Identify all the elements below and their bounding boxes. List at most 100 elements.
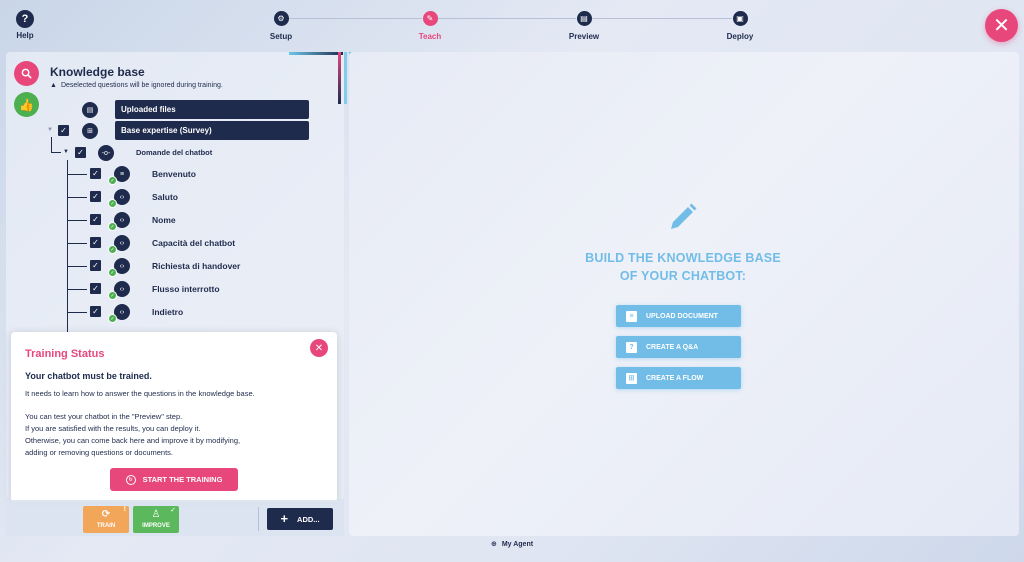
check-badge-icon: ✓ [108, 222, 117, 231]
collapse-caret[interactable]: ▼ [47, 127, 53, 133]
plus-icon: + [280, 511, 289, 526]
start-training-button[interactable]: ↻ START THE TRAINING [110, 468, 238, 491]
tree-item-label[interactable]: Saluto [152, 192, 178, 202]
train-label: TRAIN [96, 523, 116, 529]
item-checkbox[interactable]: ✓ [90, 260, 101, 271]
warning-icon: ▲ [50, 82, 57, 89]
gear-icon: ⚙ [273, 11, 289, 26]
tree-line [67, 220, 87, 221]
upload-document-button[interactable]: ≡ UPLOAD DOCUMENT [616, 305, 741, 327]
thumbs-up-icon: 👍 [19, 97, 34, 112]
step-label: Deploy [726, 32, 754, 41]
footer: ⊕ My Agent [0, 540, 1024, 556]
search-button[interactable] [14, 61, 39, 86]
warning-mark: ! [123, 506, 126, 513]
tree-item-label[interactable]: Richiesta di handover [152, 261, 240, 271]
item-checkbox[interactable]: ✓ [90, 283, 101, 294]
train-button[interactable]: ⟳ TRAIN ! [83, 506, 129, 533]
create-qa-label: CREATE A Q&A [646, 343, 699, 351]
stepper: ⚙ Setup ✎ Teach ▤ Preview ▣ Deploy [0, 11, 1024, 45]
flow-icon: ⊞ [626, 372, 637, 384]
step-deploy[interactable]: ▣ Deploy [710, 11, 770, 41]
divider [258, 507, 259, 531]
tree-line [67, 266, 87, 267]
training-status-card: Training Status ✕ Your chatbot must be t… [11, 332, 337, 502]
pencil-icon: ✎ [422, 11, 438, 26]
step-setup[interactable]: ⚙ Setup [251, 11, 311, 41]
close-icon: ✕ [314, 342, 324, 354]
flow-icon: ⊞ [82, 123, 98, 139]
check-badge-icon: ✓ [108, 291, 117, 300]
check-badge-icon: ✓ [108, 314, 117, 323]
improve-button[interactable]: ♙ IMPROVE ✓ [133, 506, 179, 533]
main-panel [349, 52, 1019, 536]
step-label: Preview [568, 32, 600, 41]
training-text: adding or removing questions or document… [25, 448, 174, 457]
item-checkbox[interactable]: ✓ [90, 214, 101, 225]
qa-icon: ? [626, 341, 637, 353]
tree-line [67, 174, 87, 175]
build-title-line: BUILD THE KNOWLEDGE BASE [585, 251, 781, 265]
accent-bar [344, 52, 347, 104]
tree-line [67, 312, 87, 313]
improve-label: IMPROVE [142, 523, 170, 529]
start-training-label: START THE TRAINING [142, 475, 223, 484]
collapse-caret[interactable]: ▼ [63, 149, 69, 155]
build-title-line: OF YOUR CHATBOT: [619, 269, 747, 283]
check-badge-icon: ✓ [108, 199, 117, 208]
tree-item-label[interactable]: Benvenuto [152, 169, 196, 179]
upload-document-label: UPLOAD DOCUMENT [646, 312, 718, 320]
document-icon: ≡ [626, 310, 637, 322]
item-checkbox[interactable]: ✓ [90, 168, 101, 179]
training-subtitle: Your chatbot must be trained. [25, 371, 152, 381]
tree-line [67, 243, 87, 244]
tree-line [51, 137, 52, 153]
flow-node-label[interactable]: Domande del chatbot [136, 148, 212, 157]
add-label: ADD... [297, 514, 320, 524]
globe-icon: ⊕ [490, 541, 497, 548]
step-label: Setup [269, 32, 293, 41]
step-preview[interactable]: ▤ Preview [554, 11, 614, 41]
deploy-icon: ▣ [732, 11, 748, 26]
accent-bar [289, 52, 343, 55]
thumbs-up-button[interactable]: 👍 [14, 92, 39, 117]
create-qa-button[interactable]: ? CREATE A Q&A [616, 336, 741, 358]
check-badge-icon: ✓ [108, 245, 117, 254]
refresh-icon: ↻ [125, 474, 136, 485]
uploaded-files-node[interactable]: Uploaded files [115, 100, 309, 119]
tree-item-label[interactable]: Flusso interrotto [152, 284, 220, 294]
tree-line [67, 160, 68, 335]
close-card-button[interactable]: ✕ [310, 339, 328, 357]
warning-text: ▲ Deselected questions will be ignored du… [50, 82, 223, 89]
training-text: If you are satisfied with the results, y… [25, 424, 201, 433]
base-expertise-node[interactable]: Base expertise (Survey) [115, 121, 309, 140]
build-title: BUILD THE KNOWLEDGE BASE OF YOUR CHATBOT… [560, 249, 806, 285]
step-label: Teach [418, 32, 442, 41]
create-flow-label: CREATE A FLOW [646, 374, 704, 382]
check-badge-icon: ✓ [108, 268, 117, 277]
check-mark: ✓ [170, 507, 176, 514]
training-text: Otherwise, you can come back here and im… [25, 436, 241, 445]
base-expertise-checkbox[interactable]: ✓ [58, 125, 69, 136]
add-button[interactable]: + ADD... [267, 508, 333, 530]
item-checkbox[interactable]: ✓ [90, 237, 101, 248]
step-teach[interactable]: ✎ Teach [400, 11, 460, 41]
close-icon: ✕ [993, 15, 1010, 37]
training-title: Training Status [25, 348, 105, 360]
tree-line [51, 152, 61, 153]
item-checkbox[interactable]: ✓ [90, 306, 101, 317]
node-icon: -o- [98, 145, 114, 161]
close-button[interactable]: ✕ [985, 9, 1018, 42]
tree-item-label[interactable]: Capacità del chatbot [152, 238, 235, 248]
tree-item-label[interactable]: Indietro [152, 307, 183, 317]
file-icon: ▤ [82, 102, 98, 118]
tree-item-label[interactable]: Nome [152, 215, 176, 225]
check-badge-icon: ✓ [108, 176, 117, 185]
panel-title: Knowledge base [50, 65, 145, 79]
chat-icon: ▤ [576, 11, 592, 26]
create-flow-button[interactable]: ⊞ CREATE A FLOW [616, 367, 741, 389]
flow-checkbox[interactable]: ✓ [75, 147, 86, 158]
item-checkbox[interactable]: ✓ [90, 191, 101, 202]
agent-name[interactable]: My Agent [502, 541, 533, 548]
top-bar: ? Help ⚙ Setup ✎ Teach ▤ Preview ▣ Deplo… [0, 0, 1024, 50]
